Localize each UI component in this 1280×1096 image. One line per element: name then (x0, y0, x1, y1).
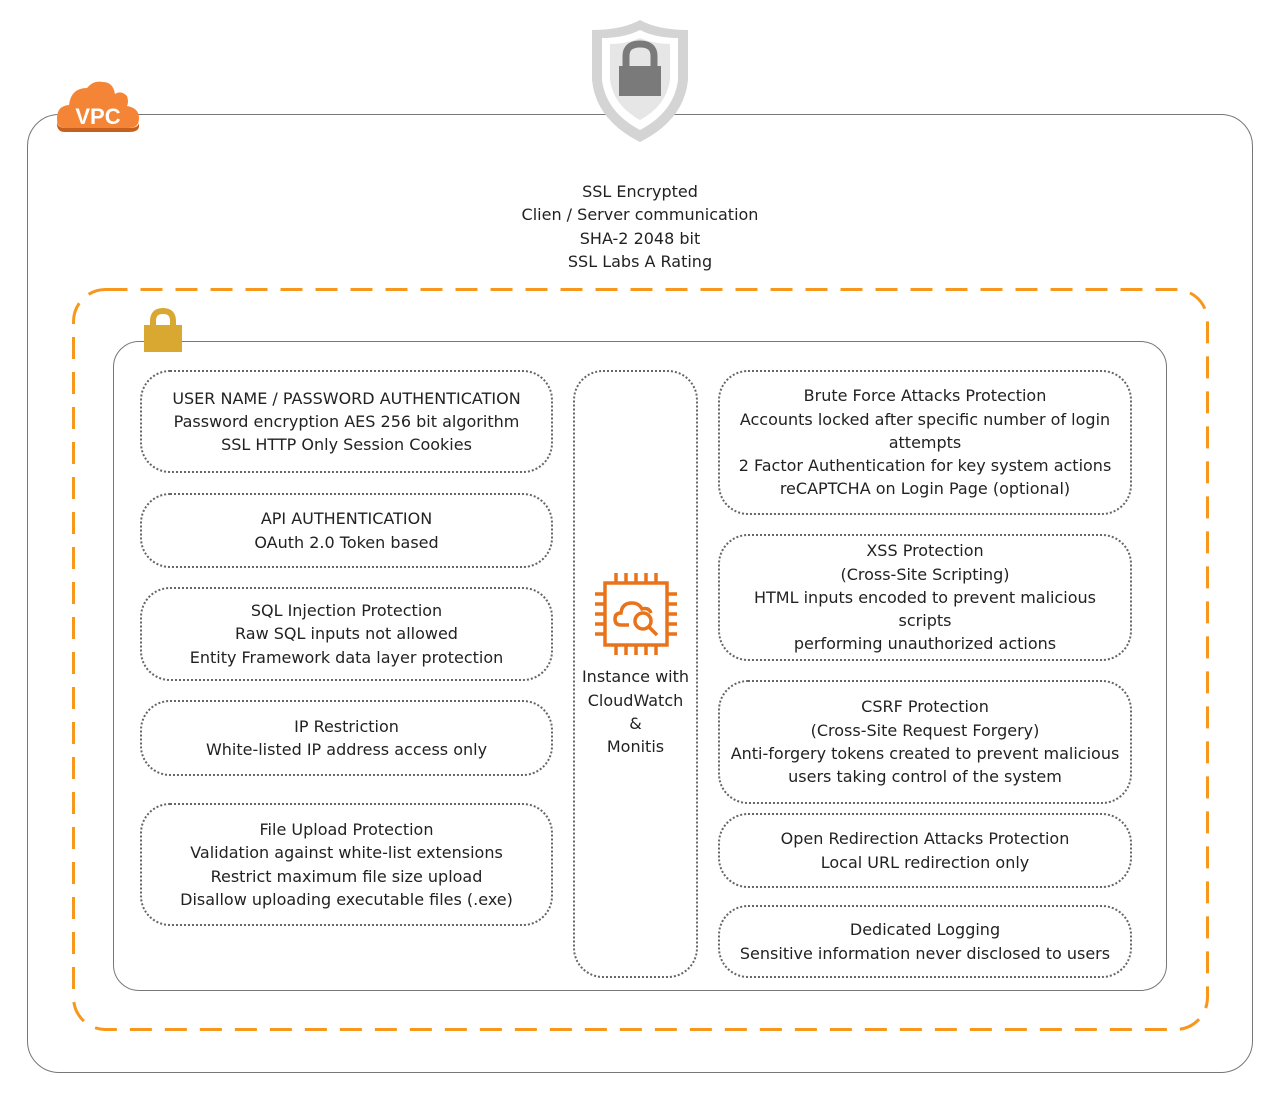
ip-restriction-box: IP Restriction White-listed IP address a… (140, 700, 553, 776)
box-title: Open Redirection Attacks Protection (780, 829, 1070, 849)
box-line: Restrict maximum file size upload (210, 866, 483, 886)
csrf-box: CSRF Protection (Cross-Site Request Forg… (718, 680, 1132, 804)
instance-box: Instance with CloudWatch & Monitis (573, 370, 698, 978)
file-upload-box: File Upload Protection Validation agains… (140, 803, 553, 926)
box-title: USER NAME / PASSWORD AUTHENTICATION (172, 388, 521, 408)
vpc-cloud-icon: VPC (57, 81, 139, 132)
logging-box: Dedicated Logging Sensitive information … (718, 905, 1132, 978)
box-title: SQL Injection Protection (250, 601, 443, 621)
vpc-label: VPC (75, 104, 120, 129)
instance-label: Instance with (581, 667, 690, 687)
box-title: Brute Force Attacks Protection (803, 386, 1047, 406)
open-redirect-box: Open Redirection Attacks Protection Loca… (718, 813, 1132, 888)
box-line: Accounts locked after specific number of… (739, 409, 1111, 429)
box-line: SSL HTTP Only Session Cookies (221, 435, 472, 455)
sql-injection-box: SQL Injection Protection Raw SQL inputs … (140, 587, 553, 681)
auth-box: USER NAME / PASSWORD AUTHENTICATION Pass… (140, 370, 553, 473)
box-line: Anti-forgery tokens created to prevent m… (730, 744, 1120, 763)
box-title: API AUTHENTICATION (260, 509, 433, 529)
box-line: attempts (888, 432, 962, 452)
ssl-line: Clien / Server communication (521, 205, 759, 225)
ssl-line: SHA-2 2048 bit (579, 228, 701, 248)
instance-cloudwatch-icon (594, 573, 677, 656)
box-title: Dedicated Logging (849, 920, 1001, 940)
box-title: IP Restriction (294, 716, 399, 736)
box-line: (Cross-Site Scripting) (840, 564, 1010, 584)
api-auth-box: API AUTHENTICATION OAuth 2.0 Token based (140, 493, 553, 568)
brute-force-box: Brute Force Attacks Protection Accounts … (718, 370, 1132, 515)
lock-icon (144, 308, 182, 352)
ssl-line: SSL Encrypted (582, 182, 698, 201)
instance-label: CloudWatch (587, 690, 684, 710)
ssl-line: SSL Labs A Rating (567, 251, 713, 271)
instance-label: Monitis (606, 737, 665, 757)
box-title: CSRF Protection (861, 697, 989, 717)
box-line: Validation against white-list extensions (190, 843, 503, 863)
box-line: Disallow uploading executable files (.ex… (180, 889, 513, 909)
box-line: users taking control of the system (788, 767, 1062, 787)
box-line: performing unauthorized actions (793, 634, 1057, 654)
ssl-description: SSL Encrypted Clien / Server communicati… (440, 180, 840, 273)
box-title: XSS Protection (866, 541, 984, 561)
box-line: OAuth 2.0 Token based (254, 532, 439, 552)
box-line: reCAPTCHA on Login Page (optional) (779, 479, 1071, 499)
box-line: White-listed IP address access only (205, 740, 488, 759)
box-title: File Upload Protection (259, 819, 434, 839)
xss-box: XSS Protection (Cross-Site Scripting) HT… (718, 534, 1132, 661)
box-line: (Cross-Site Request Forgery) (810, 720, 1040, 740)
shield-lock-icon (592, 20, 688, 142)
instance-label: & (629, 714, 642, 733)
box-line: Entity Framework data layer protection (189, 647, 504, 667)
box-line: Password encryption AES 256 bit algorith… (173, 411, 520, 431)
box-line: HTML inputs encoded to prevent malicious… (754, 587, 1096, 631)
box-line: Local URL redirection only (820, 852, 1030, 872)
box-line: 2 Factor Authentication for key system a… (738, 456, 1112, 476)
box-line: Sensitive information never disclosed to… (739, 943, 1111, 963)
box-line: Raw SQL inputs not allowed (235, 624, 458, 644)
